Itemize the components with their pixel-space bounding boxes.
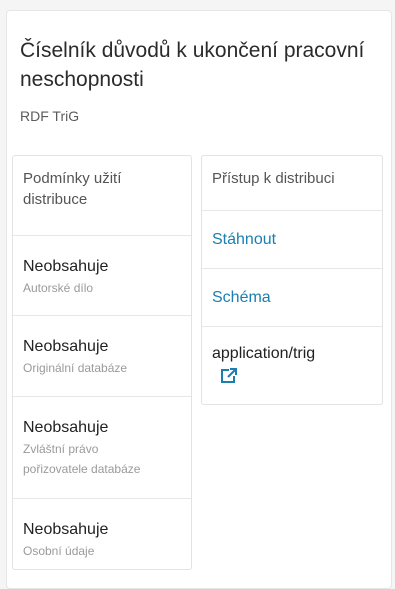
terms-item-value: Neobsahuje	[23, 338, 109, 355]
terms-item-value: Neobsahuje	[23, 419, 109, 436]
terms-item-label: Osobní údaje	[23, 544, 95, 558]
terms-of-use-panel: Podmínky užití distribuce Neobsahuje Aut…	[12, 155, 192, 570]
schema-link[interactable]: Schéma	[202, 269, 382, 307]
external-link-icon[interactable]	[220, 367, 238, 385]
access-header: Přístup k distribuci	[212, 170, 335, 187]
terms-item: Neobsahuje Autorské dílo	[13, 236, 191, 316]
access-header-cell: Přístup k distribuci	[202, 156, 382, 211]
schema-cell: Schéma	[202, 269, 382, 327]
terms-item: Neobsahuje Osobní údaje	[13, 499, 191, 571]
terms-item: Neobsahuje Originální databáze	[13, 316, 191, 397]
media-type: application/trig	[212, 345, 316, 362]
terms-item-value: Neobsahuje	[23, 521, 109, 538]
terms-item-label: Originální databáze	[23, 361, 128, 375]
media-type-cell: application/trig	[202, 327, 382, 406]
terms-item-label: Autorské dílo	[23, 281, 94, 295]
terms-item-label: Zvláštní právo pořizovatele databáze	[23, 442, 141, 476]
download-link[interactable]: Stáhnout	[202, 211, 382, 249]
download-cell: Stáhnout	[202, 211, 382, 269]
access-panel: Přístup k distribuci Stáhnout Schéma app…	[201, 155, 383, 405]
terms-item: Neobsahuje Zvláštní právo pořizovatele d…	[13, 397, 191, 499]
dataset-title: Číselník důvodů k ukončení pracovní nesc…	[20, 39, 365, 91]
terms-header-cell: Podmínky užití distribuce	[13, 156, 191, 236]
distribution-format: RDF TriG	[20, 108, 80, 124]
terms-header: Podmínky užití distribuce	[23, 170, 122, 208]
terms-item-value: Neobsahuje	[23, 258, 109, 275]
